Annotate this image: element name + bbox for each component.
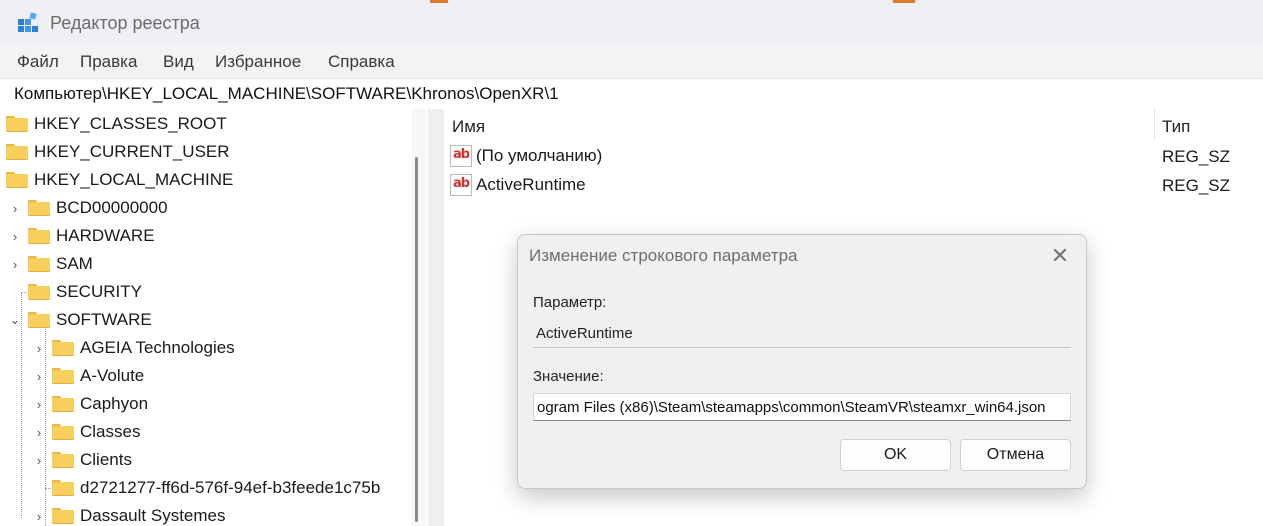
string-value-icon: ab [450,145,472,167]
folder-icon [28,284,50,300]
value-data-field[interactable]: ogram Files (x86)\Steam\steamapps\common… [533,393,1071,421]
chevron-right-icon[interactable]: › [8,229,22,244]
pane-splitter[interactable] [428,109,444,526]
value-label: Значение: [533,368,604,385]
param-name-field: ActiveRuntime [533,320,1071,348]
tree-scrollbar[interactable] [412,109,426,526]
folder-icon [28,200,50,216]
param-label: Параметр: [533,294,607,311]
tree-item-label: HKEY_CURRENT_USER [34,142,230,161]
menu-edit[interactable]: Правка [80,52,137,72]
tree-item-label: Dassault Systemes [80,506,226,525]
ok-button[interactable]: OK [840,439,951,471]
tree-item-label: HKEY_CLASSES_ROOT [34,114,227,133]
menu-help[interactable]: Справка [328,52,395,72]
folder-icon [6,172,28,188]
folder-icon [6,116,28,132]
title-bar: Редактор реестра [0,0,1263,46]
tree-item-ageia[interactable]: › AGEIA Technologies [32,334,235,362]
column-header-type[interactable]: Тип [1162,117,1190,137]
folder-icon [28,256,50,272]
tree-item-label: Clients [80,450,132,469]
address-bar[interactable]: Компьютер\HKEY_LOCAL_MACHINE\SOFTWARE\Kh… [0,78,1263,110]
chevron-right-icon[interactable]: › [32,425,46,440]
string-value-icon: ab [450,174,472,196]
chevron-right-icon[interactable]: › [32,509,46,524]
folder-icon [28,228,50,244]
chevron-right-icon[interactable]: › [32,453,46,468]
chevron-right-icon[interactable]: › [32,369,46,384]
folder-icon [52,452,74,468]
value-name: ActiveRuntime [476,175,586,194]
tree-item-label: AGEIA Technologies [80,338,235,357]
chevron-right-icon[interactable]: › [8,201,22,216]
value-type: REG_SZ [1162,176,1231,195]
tree-item-label: d2721277-ff6d-576f-94ef-b3feede1c75b [80,478,381,497]
folder-icon [28,312,50,328]
tree-item-hardware[interactable]: › HARDWARE [8,222,155,250]
column-header-name[interactable]: Имя [452,117,485,137]
dialog-title: Изменение строкового параметра [529,246,798,265]
tree-item-label: A-Volute [80,366,145,385]
value-type: REG_SZ [1162,147,1231,166]
folder-icon [52,480,74,496]
window-title: Редактор реестра [50,13,200,33]
close-icon[interactable]: ✕ [1047,243,1073,269]
tree-item-hkey-local-machine[interactable]: HKEY_LOCAL_MACHINE [6,166,233,194]
tree-item-caphyon[interactable]: › Caphyon [32,390,148,418]
value-row-activeruntime[interactable]: ab ActiveRuntime [450,171,586,199]
registry-tree[interactable]: HKEY_CLASSES_ROOT HKEY_CURRENT_USER HKEY… [0,109,428,526]
menu-bar: Файл Правка Вид Избранное Справка [0,46,1263,76]
chevron-right-icon[interactable]: › [32,397,46,412]
column-divider[interactable] [1154,109,1155,139]
tree-item-dassault[interactable]: › Dassault Systemes [32,502,226,526]
tree-item-guid[interactable]: d2721277-ff6d-576f-94ef-b3feede1c75b [32,474,380,502]
folder-icon [52,424,74,440]
value-name: (По умолчанию) [476,146,603,165]
tree-item-classes[interactable]: › Classes [32,418,141,446]
tree-item-label: Caphyon [80,394,149,413]
tree-item-sam[interactable]: › SAM [8,250,93,278]
chevron-right-icon[interactable]: › [32,341,46,356]
tree-item-label: SOFTWARE [56,310,152,329]
folder-icon [52,396,74,412]
tree-item-label: BCD00000000 [56,198,168,217]
tree-item-security[interactable]: SECURITY [8,278,142,306]
folder-icon [52,368,74,384]
tree-item-label: HARDWARE [56,226,155,245]
chevron-right-icon[interactable]: › [8,257,22,272]
tree-item-hkey-classes-root[interactable]: HKEY_CLASSES_ROOT [6,110,227,138]
tree-scrollbar-thumb[interactable] [415,157,418,522]
top-accent [893,0,915,3]
tree-item-hkey-current-user[interactable]: HKEY_CURRENT_USER [6,138,230,166]
tree-item-label: HKEY_LOCAL_MACHINE [34,170,234,189]
chevron-down-icon[interactable]: ⌄ [8,312,22,328]
value-row-default[interactable]: ab (По умолчанию) [450,142,602,170]
tree-item-software[interactable]: ⌄ SOFTWARE [8,306,152,334]
registry-editor-icon [18,12,38,32]
menu-file[interactable]: Файл [17,52,59,72]
tree-item-label: SAM [56,254,93,273]
tree-item-bcd[interactable]: › BCD00000000 [8,194,168,222]
cancel-button[interactable]: Отмена [960,439,1071,471]
menu-favorites[interactable]: Избранное [215,52,301,72]
folder-icon [6,144,28,160]
tree-item-label: Classes [80,422,141,441]
folder-icon [52,508,74,524]
menu-view[interactable]: Вид [163,52,194,72]
top-accent [430,0,448,3]
tree-item-a-volute[interactable]: › A-Volute [32,362,144,390]
edit-string-dialog: Изменение строкового параметра ✕ Парамет… [517,234,1087,489]
folder-icon [52,340,74,356]
address-path[interactable]: Компьютер\HKEY_LOCAL_MACHINE\SOFTWARE\Kh… [14,84,559,104]
tree-item-label: SECURITY [56,282,142,301]
tree-item-clients[interactable]: › Clients [32,446,132,474]
